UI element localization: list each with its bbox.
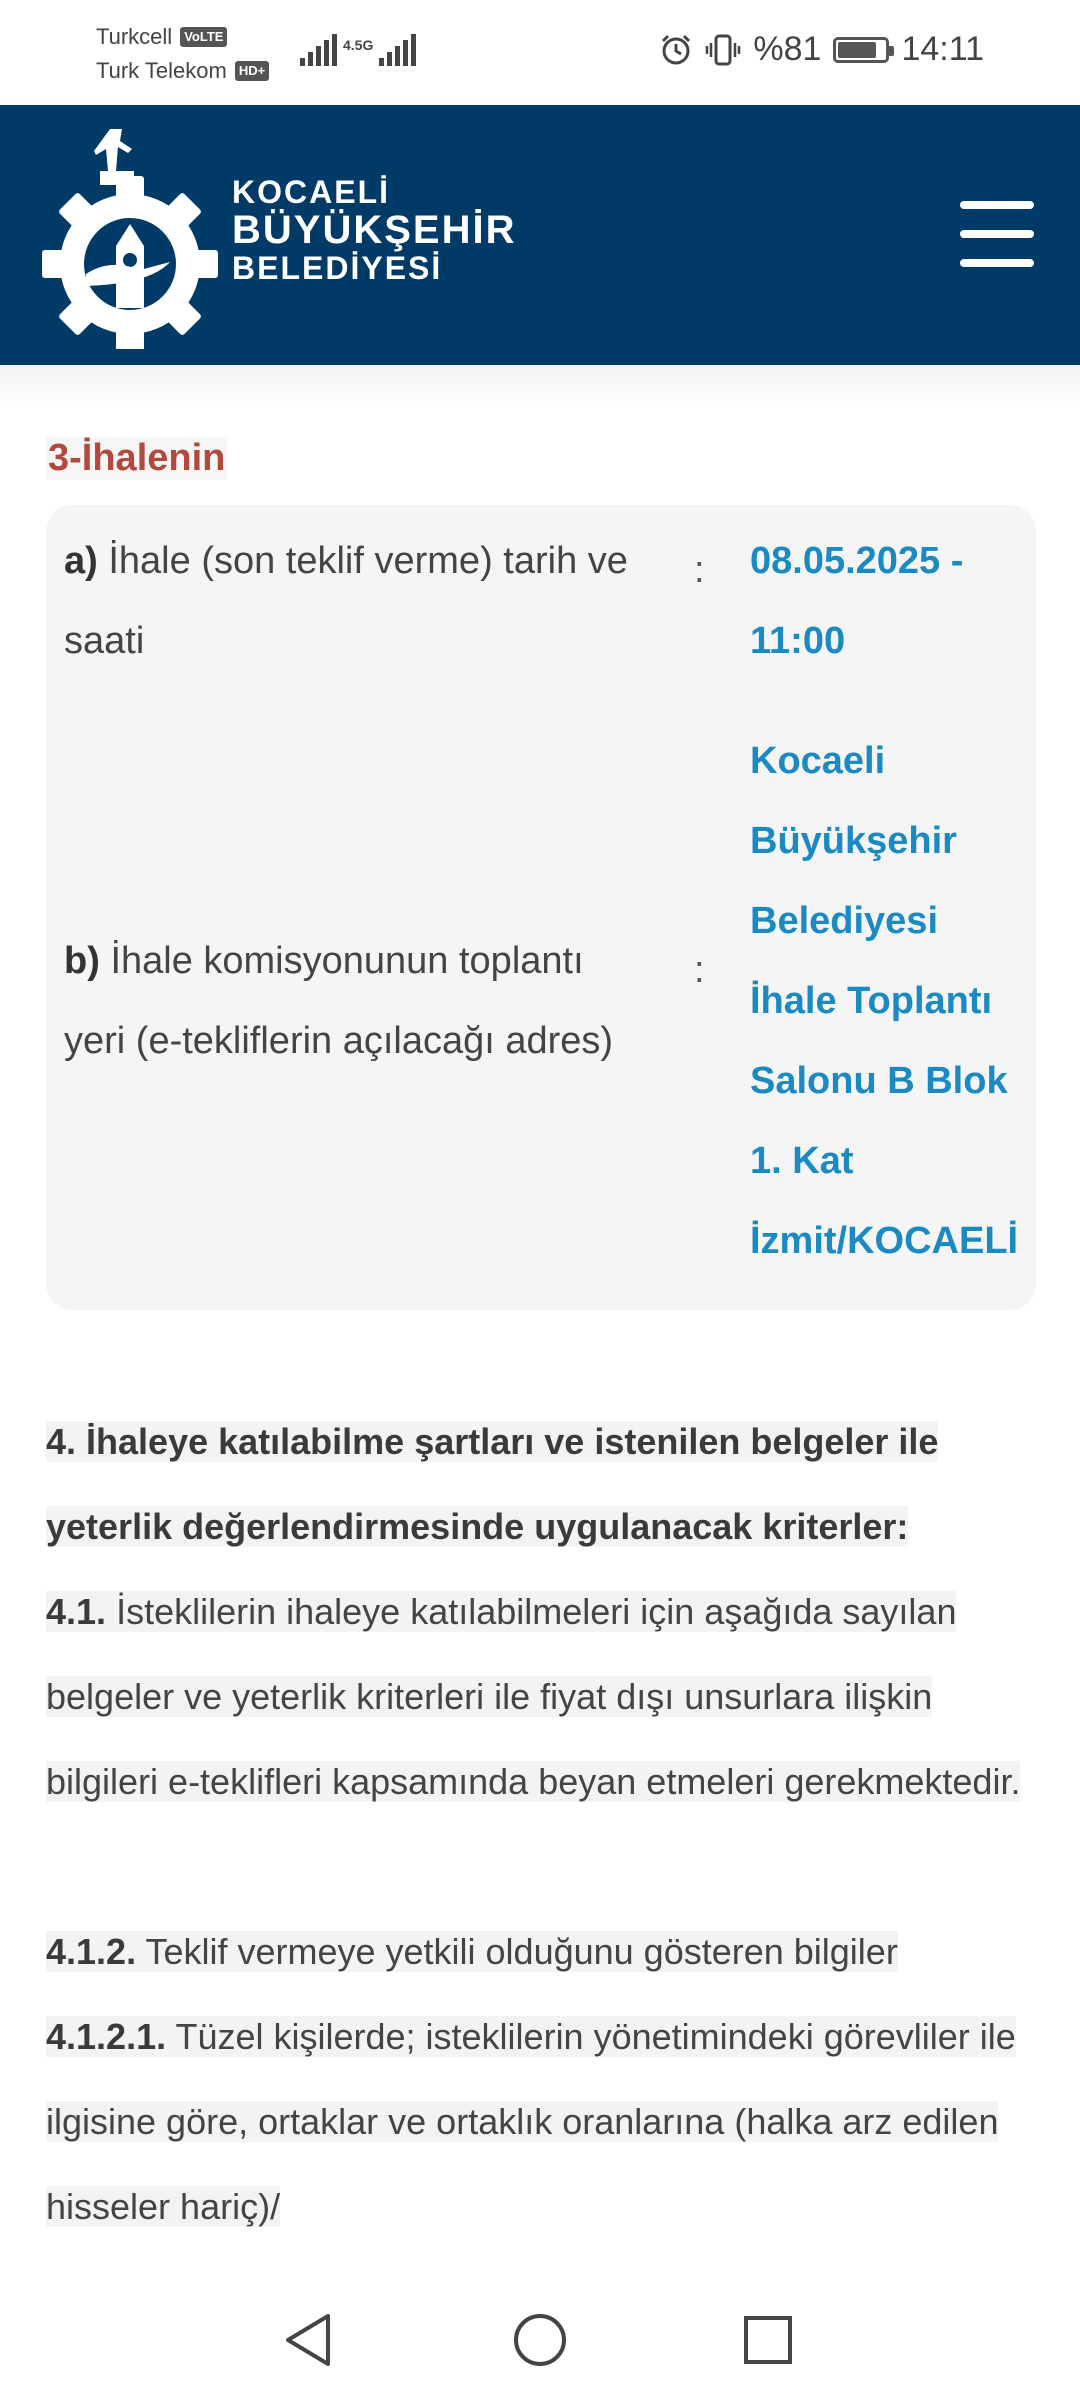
clock: 14:11: [901, 30, 984, 68]
vibrate-icon: [706, 34, 741, 65]
signal-bars-icon: [379, 32, 417, 66]
status-right: %81 14:11: [659, 30, 984, 69]
row-b-value: Kocaeli Büyükşehir Belediyesi İhale Topl…: [750, 740, 1019, 1262]
row-a-value: 08.05.2025 - 11:00: [750, 540, 964, 662]
paragraph-4-1-2-text: Teklif vermeye yetkili olduğunu gösteren…: [145, 1931, 898, 1972]
battery-icon: [833, 36, 895, 63]
back-triangle-icon[interactable]: [276, 2308, 340, 2372]
signal-bars-icon: [300, 32, 337, 66]
hd-badge: HD+: [234, 61, 270, 81]
brand-line-2: BÜYÜKŞEHİR: [232, 208, 517, 252]
alarm-icon: [662, 34, 691, 64]
carrier-1-name: Turkcell: [96, 24, 173, 49]
row-a-text: İhale (son teklif verme) tarih ve saati: [64, 540, 628, 662]
recents-square-icon[interactable]: [736, 2308, 800, 2372]
paragraph-4-1-2-1: 4.1.2.1. Tüzel kişilerde; isteklilerin y…: [46, 1994, 1046, 2249]
row-a-label: a) İhale (son teklif verme) tarih ve saa…: [64, 521, 654, 681]
row-b-text: İhale komisyonunun toplantı yeri (e-tekl…: [64, 940, 614, 1062]
network-type: 4.5G: [343, 37, 374, 53]
paragraph-4-1: 4.1. İsteklilerin ihaleye katılabilmeler…: [46, 1569, 1046, 1824]
header-shadow: [0, 365, 1080, 405]
carrier-info: Turkcell VoLTE Turk Telekom HD+: [96, 20, 270, 88]
paragraph-4-title: 4. İhaleye katılabilme şartları ve isten…: [46, 1399, 1046, 1569]
brand-name: KOCAELİ BÜYÜKŞEHİR BELEDİYESİ: [232, 173, 516, 287]
section-title: 3-İhalenin: [46, 437, 228, 480]
paragraph-4-1-number: 4.1.: [46, 1591, 107, 1632]
status-bar: Turkcell VoLTE Turk Telekom HD+ 4.5G %81: [0, 0, 1080, 105]
volte-badge: VoLTE: [180, 27, 228, 47]
row-a-colon: :: [694, 549, 705, 591]
paragraph-4-1-2-1-text: Tüzel kişilerde; isteklilerin yönetimind…: [46, 2016, 1016, 2227]
battery-percent: %81: [753, 30, 822, 68]
hamburger-menu-icon[interactable]: [960, 201, 1034, 267]
kocaeli-logo-icon[interactable]: [40, 119, 220, 349]
row-b-colon: :: [694, 949, 705, 991]
home-circle-icon[interactable]: [508, 2308, 572, 2372]
paragraph-4-1-text: İsteklilerin ihaleye katılabilmeleri içi…: [46, 1591, 1021, 1802]
row-b-label: b) İhale komisyonunun toplantı yeri (e-t…: [64, 921, 654, 1081]
site-header: KOCAELİ BÜYÜKŞEHİR BELEDİYESİ: [0, 105, 1080, 365]
brand-line-3: BELEDİYESİ: [232, 250, 443, 286]
paragraph-4-1-2: 4.1.2. Teklif vermeye yetkili olduğunu g…: [46, 1909, 1046, 1994]
page-content[interactable]: 3-İhalenin a) İhale (son teklif verme) t…: [0, 365, 1080, 2280]
paragraph-4-title-text: 4. İhaleye katılabilme şartları ve isten…: [46, 1421, 939, 1547]
carrier-2-name: Turk Telekom: [96, 58, 227, 83]
brand-line-1: KOCAELİ: [232, 174, 390, 210]
system-nav-bar: [0, 2280, 1080, 2400]
row-a-key: a): [64, 540, 98, 582]
signal-indicators: 4.5G: [300, 32, 417, 66]
paragraph-4-1-2-1-number: 4.1.2.1.: [46, 2016, 167, 2057]
paragraph-4-1-2-number: 4.1.2.: [46, 1931, 137, 1972]
row-b-key: b): [64, 940, 100, 982]
info-card: a) İhale (son teklif verme) tarih ve saa…: [46, 505, 1036, 1310]
battery-level: [838, 41, 876, 58]
